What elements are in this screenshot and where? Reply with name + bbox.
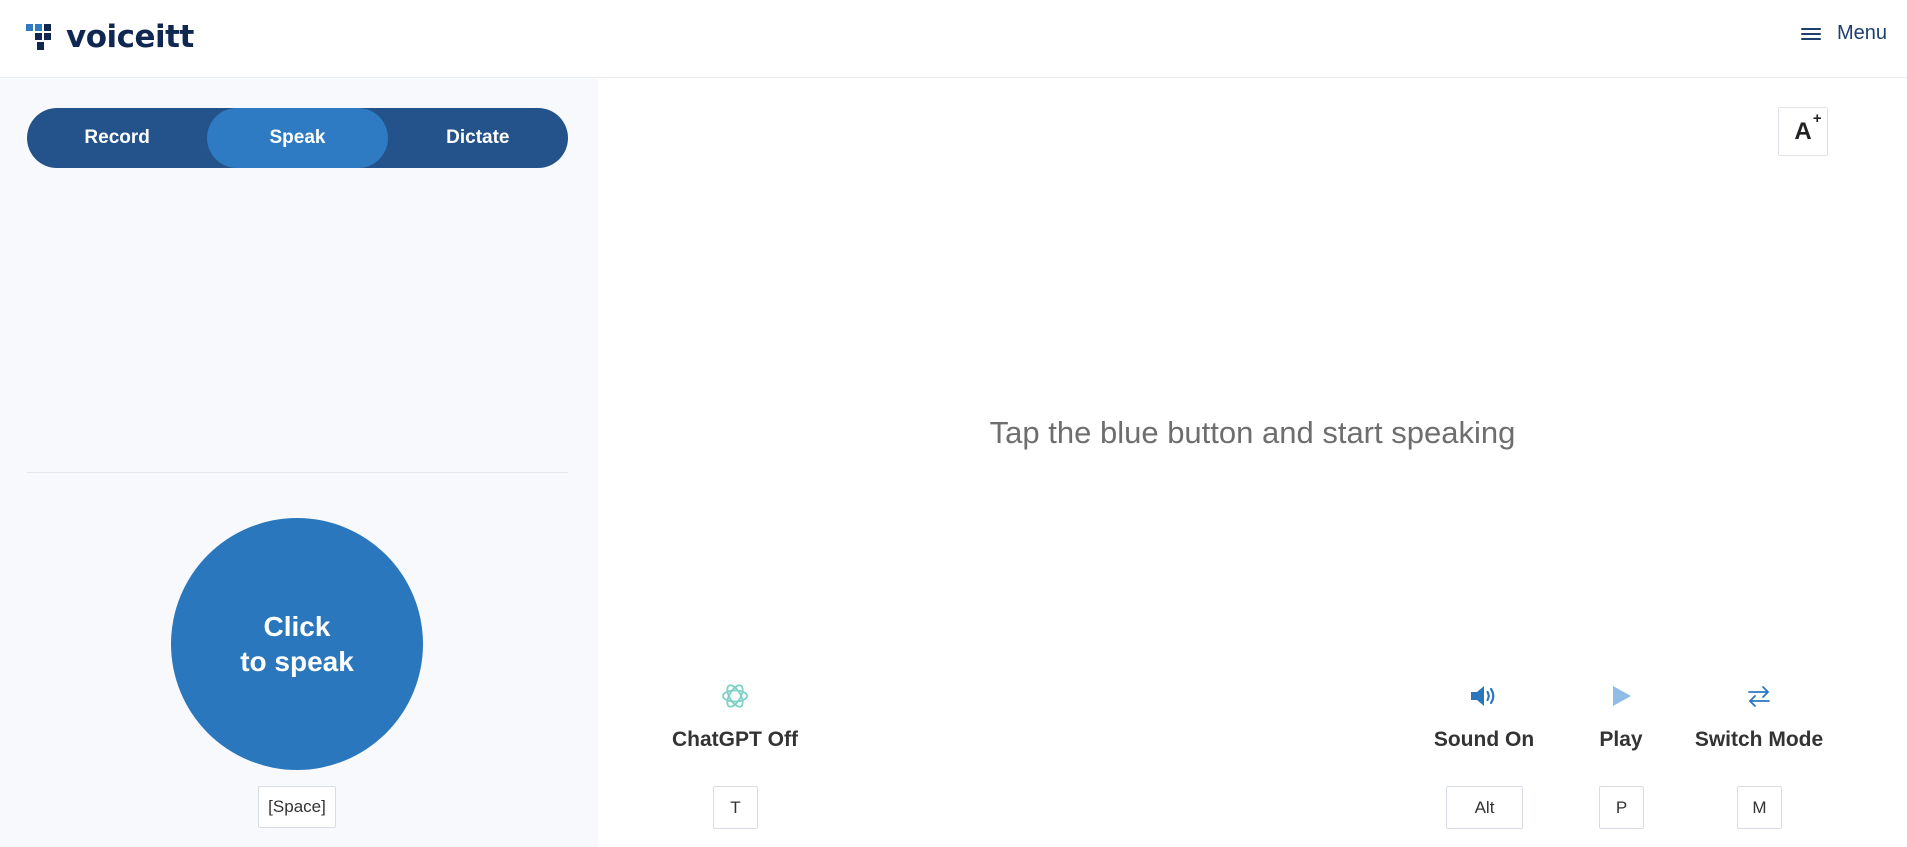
chatgpt-label: ChatGPT Off [672,728,798,751]
tab-record[interactable]: Record [27,108,207,168]
logo-text: voiceitt [66,19,194,55]
switch-mode-button[interactable]: Switch Mode [1684,679,1834,752]
switch-arrows-icon [1748,686,1770,707]
chatgpt-toggle[interactable]: ChatGPT Off [660,679,810,752]
divider [27,472,568,473]
click-to-speak-button[interactable]: Click to speak [171,518,423,770]
play-label: Play [1599,728,1643,751]
speaker-icon [1471,686,1495,706]
font-size-icon: A + [1794,110,1821,146]
font-size-plus: + [1812,109,1822,127]
sound-toggle[interactable]: Sound On [1424,679,1544,752]
app-header: voiceitt Menu [0,0,1907,78]
tab-speak[interactable]: Speak [207,108,388,168]
tab-dictate[interactable]: Dictate [388,108,568,168]
play-button[interactable]: Play [1581,679,1661,752]
hamburger-icon [1800,26,1821,42]
menu-button[interactable]: Menu [1800,22,1887,45]
menu-label: Menu [1836,22,1887,44]
font-size-letter: A [1794,117,1812,145]
left-panel: Record Speak Dictate Click to speak [Spa… [0,79,598,847]
speak-button-line1: Click [263,611,331,642]
switch-mode-label: Switch Mode [1694,728,1824,751]
chatgpt-icon [722,684,748,708]
logo-mark-icon [26,24,51,50]
increase-font-size-button[interactable]: A + [1778,107,1828,156]
space-shortcut-hint: [Space] [258,786,336,828]
instruction-text: Tap the blue button and start speaking [989,415,1516,450]
speak-button-line2: to speak [240,646,354,677]
voiceitt-logo[interactable]: voiceitt [26,19,194,55]
play-shortcut-hint: P [1599,786,1644,829]
chatgpt-shortcut-hint: T [713,786,758,829]
play-icon [1613,686,1631,706]
sound-label: Sound On [1433,728,1535,751]
switch-mode-shortcut-hint: M [1737,786,1782,829]
mode-switch: Record Speak Dictate [27,108,568,168]
sound-shortcut-hint: Alt [1446,786,1523,829]
